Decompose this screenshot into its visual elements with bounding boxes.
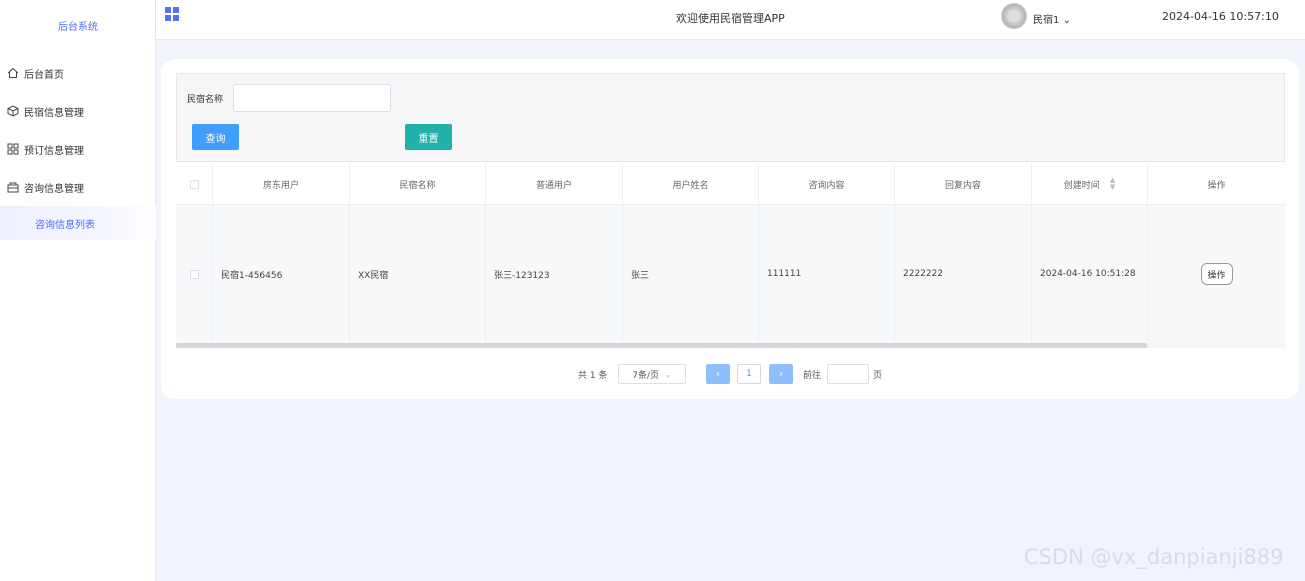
- pagination: 共 1 条 7条/页 ⌄ ‹ 1 › 前往 页: [0, 364, 1305, 384]
- column-header-created[interactable]: 创建时间 ▲ ▼: [1032, 164, 1148, 204]
- sidebar-item-label: 民宿信息管理: [24, 107, 84, 119]
- cell-landlord: 民宿1-456456: [213, 205, 350, 343]
- column-header-label: 创建时间: [1063, 180, 1100, 191]
- page-title: 欢迎使用民宿管理APP: [676, 12, 785, 25]
- sidebar: 后台系统 后台首页 民宿信息管理 预订信息管理 咨询信息管理 咨询信息列表: [0, 0, 156, 581]
- chevron-left-icon: ‹: [716, 368, 720, 380]
- total-count: 共 1 条: [578, 371, 608, 381]
- column-header: 民宿名称: [350, 164, 486, 204]
- header-checkbox-cell: [176, 164, 213, 204]
- user-name: 民宿1: [1033, 15, 1060, 26]
- row-checkbox[interactable]: [189, 269, 199, 279]
- next-page-button[interactable]: ›: [769, 364, 793, 384]
- column-header: 普通用户: [486, 164, 623, 204]
- cell-homestay: XX民宿: [350, 205, 486, 343]
- horizontal-scrollbar[interactable]: [176, 343, 1147, 348]
- sidebar-item-label: 后台首页: [24, 69, 64, 81]
- column-header: 回复内容: [895, 164, 1032, 204]
- sidebar-item-label: 咨询信息管理: [24, 183, 84, 195]
- box-icon: [6, 104, 20, 118]
- cell-reply: 2222222: [895, 205, 1032, 343]
- page-number[interactable]: 1: [737, 364, 761, 384]
- cell-created: 2024-04-16 10:51:28: [1032, 205, 1148, 343]
- tray-icon: [6, 180, 20, 194]
- column-header: 房东用户: [213, 164, 350, 204]
- goto-label: 前往: [803, 371, 822, 381]
- top-bar: 欢迎使用民宿管理APP 民宿1 ⌄ 2024-04-16 10:57:10: [156, 0, 1305, 40]
- cell-action: 操作: [1148, 205, 1285, 343]
- sort-icon[interactable]: ▲ ▼: [1110, 177, 1115, 191]
- menu-toggle-icon[interactable]: [165, 7, 179, 21]
- table-header: 房东用户 民宿名称 普通用户 用户姓名 咨询内容 回复内容 创建时间 ▲ ▼ 操作: [176, 164, 1285, 205]
- grid-icon: [6, 142, 20, 156]
- watermark: CSDN @vx_danpianji889: [1024, 545, 1284, 569]
- chevron-down-icon: ⌄: [665, 369, 672, 379]
- sidebar-item-booking[interactable]: 预订信息管理: [0, 137, 156, 161]
- select-all-checkbox[interactable]: [189, 179, 199, 189]
- table-row: 民宿1-456456 XX民宿 张三-123123 张三 111111 2222…: [176, 205, 1285, 343]
- column-header: 操作: [1207, 180, 1226, 191]
- cell-user: 张三-123123: [486, 205, 623, 343]
- cell-content: 111111: [759, 205, 895, 343]
- page-size-value: 7条/页: [632, 370, 660, 381]
- row-checkbox-cell: [176, 205, 213, 343]
- submenu-consult-list[interactable]: 咨询信息列表: [0, 206, 156, 240]
- goto-page-input[interactable]: [827, 364, 869, 384]
- prev-page-button[interactable]: ‹: [706, 364, 730, 384]
- page-unit-label: 页: [873, 371, 883, 381]
- sidebar-item-home[interactable]: 后台首页: [0, 61, 156, 85]
- chevron-down-icon: ⌄: [1062, 15, 1071, 26]
- sidebar-item-consult[interactable]: 咨询信息管理: [0, 175, 156, 199]
- sidebar-item-label: 预订信息管理: [24, 145, 84, 157]
- search-label: 民宿名称: [187, 95, 224, 105]
- homestay-name-input[interactable]: [233, 84, 391, 112]
- data-table: 房东用户 民宿名称 普通用户 用户姓名 咨询内容 回复内容 创建时间 ▲ ▼ 操作…: [176, 164, 1285, 348]
- chevron-right-icon: ›: [779, 368, 783, 380]
- action-button[interactable]: 操作: [1200, 263, 1233, 285]
- column-header: 用户姓名: [623, 164, 759, 204]
- reset-button[interactable]: 重置: [405, 124, 452, 150]
- clock: 2024-04-16 10:57:10: [1162, 10, 1279, 23]
- sidebar-item-homestay[interactable]: 民宿信息管理: [0, 99, 156, 123]
- page-size-select[interactable]: 7条/页 ⌄: [618, 364, 686, 384]
- column-header: 咨询内容: [759, 164, 895, 204]
- query-button[interactable]: 查询: [192, 124, 239, 150]
- brand-title: 后台系统: [58, 22, 98, 33]
- avatar[interactable]: [1001, 3, 1027, 29]
- cell-name: 张三: [623, 205, 759, 343]
- user-dropdown[interactable]: 民宿1 ⌄: [1033, 11, 1071, 26]
- home-icon: [6, 66, 20, 80]
